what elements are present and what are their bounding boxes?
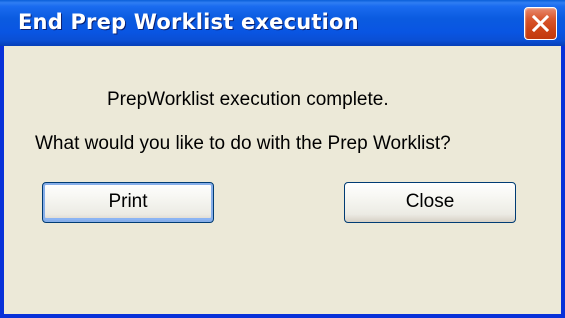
dialog-body: PrepWorklist execution complete. What wo… (4, 46, 561, 314)
question-message: What would you like to do with the Prep … (35, 133, 451, 154)
title-close-button[interactable] (524, 7, 557, 40)
completion-message: PrepWorklist execution complete. (107, 89, 389, 110)
title-bar[interactable]: End Prep Worklist execution (0, 0, 565, 46)
close-icon (532, 15, 549, 32)
print-button[interactable]: Print (42, 182, 214, 223)
window-title: End Prep Worklist execution (18, 10, 359, 34)
close-button[interactable]: Close (344, 182, 516, 223)
dialog-window: End Prep Worklist execution PrepWorklist… (0, 0, 565, 318)
